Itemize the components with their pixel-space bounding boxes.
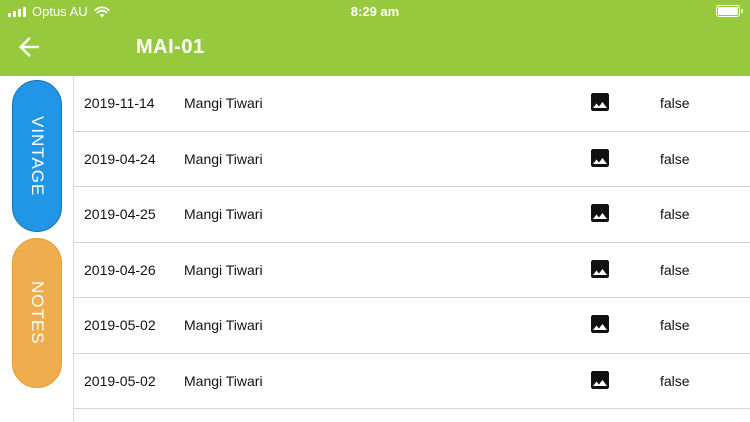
battery-icon <box>716 5 743 17</box>
image-icon[interactable] <box>588 368 612 392</box>
list-item[interactable]: 2019-11-14 Mangi Tiwari false <box>74 76 750 132</box>
row-name: Mangi Tiwari <box>184 261 263 278</box>
row-date: 2019-04-25 <box>84 206 156 223</box>
list-item[interactable]: 2019-04-24 Mangi Tiwari false <box>74 132 750 187</box>
list-item[interactable]: 2019-05-02 Mangi Tiwari false <box>74 354 750 409</box>
page-title: MAI-01 <box>136 36 205 58</box>
image-icon[interactable] <box>588 146 612 170</box>
app-bar: Optus AU 8:29 am MAI-01 <box>0 0 750 76</box>
list-item[interactable]: 2019-04-26 Mangi Tiwari false <box>74 243 750 298</box>
notes-tab-label: NOTES <box>28 281 47 345</box>
image-icon[interactable] <box>588 257 612 281</box>
row-name: Mangi Tiwari <box>184 150 263 167</box>
back-arrow-icon[interactable] <box>14 32 44 62</box>
row-date: 2019-04-26 <box>84 261 156 278</box>
vintage-tab-label: VINTAGE <box>28 115 47 197</box>
records-list: 2019-11-14 Mangi Tiwari false 2019-04-24… <box>73 76 750 422</box>
row-date: 2019-05-02 <box>84 372 156 389</box>
row-date: 2019-05-02 <box>84 317 156 334</box>
image-icon[interactable] <box>588 201 612 225</box>
row-name: Mangi Tiwari <box>184 95 263 112</box>
row-flag: false <box>660 95 690 112</box>
row-date: 2019-04-24 <box>84 150 156 167</box>
row-flag: false <box>660 317 690 334</box>
row-flag: false <box>660 150 690 167</box>
row-flag: false <box>660 372 690 389</box>
image-icon[interactable] <box>588 312 612 336</box>
row-flag: false <box>660 206 690 223</box>
row-name: Mangi Tiwari <box>184 317 263 334</box>
status-time: 8:29 am <box>350 4 400 19</box>
vintage-tab[interactable]: VINTAGE <box>12 80 62 232</box>
notes-tab[interactable]: NOTES <box>12 238 62 388</box>
status-bar: Optus AU 8:29 am <box>0 0 750 24</box>
image-icon[interactable] <box>588 90 612 114</box>
list-item[interactable]: 2019-04-25 Mangi Tiwari false <box>74 187 750 243</box>
row-date: 2019-11-14 <box>84 95 155 112</box>
row-name: Mangi Tiwari <box>184 206 263 223</box>
list-item[interactable]: 2019-05-02 Mangi Tiwari false <box>74 298 750 354</box>
row-flag: false <box>660 261 690 278</box>
row-name: Mangi Tiwari <box>184 372 263 389</box>
